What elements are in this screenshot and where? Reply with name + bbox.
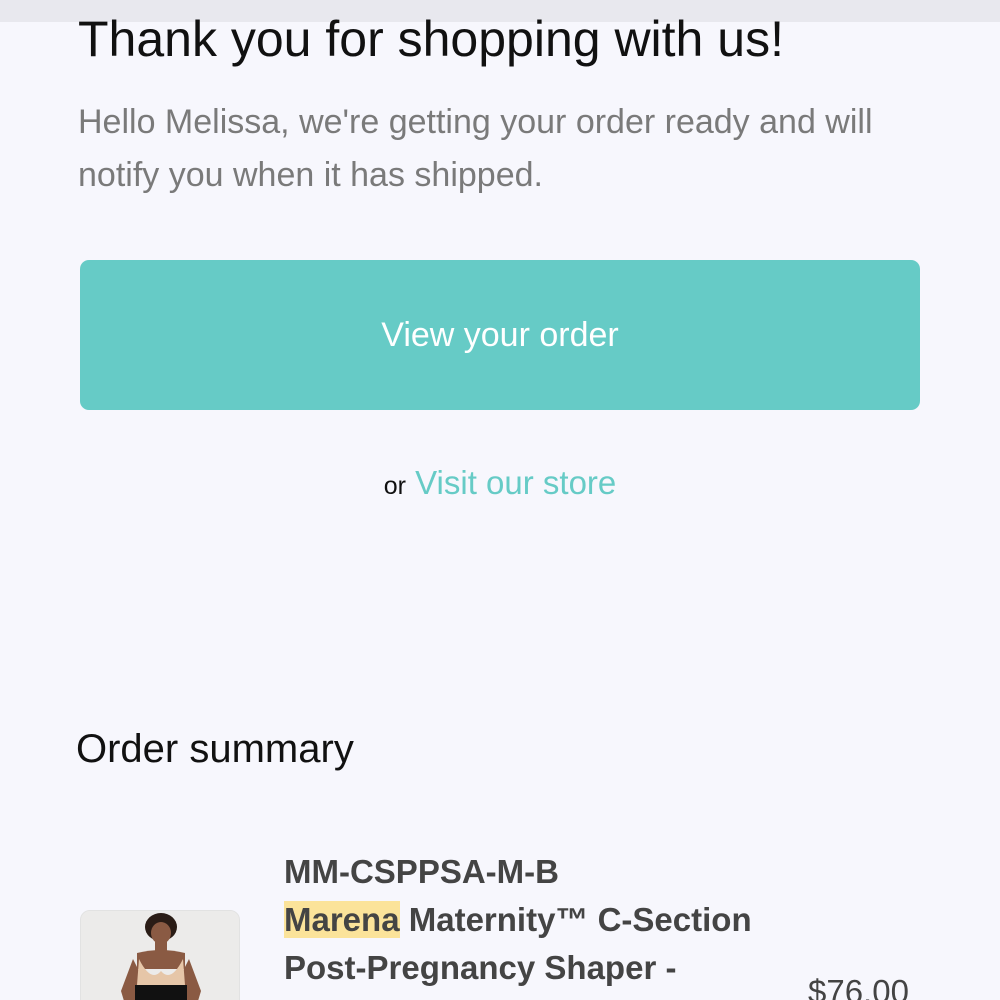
order-summary-title: Order summary <box>76 727 354 771</box>
product-thumbnail <box>80 910 240 1000</box>
item-sku: MM-CSPPSA-M-B <box>284 853 559 890</box>
page-title: Thank you for shopping with us! <box>78 11 784 67</box>
store-link-line: or Visit our store <box>0 458 1000 511</box>
order-item-details: MM-CSPPSA-M-B Marena Maternity™ C-Sectio… <box>284 848 804 992</box>
item-name-rest: Maternity™ C-Section <box>399 901 752 938</box>
item-name-line-1: Marena Maternity™ C-Section <box>284 896 804 944</box>
item-price: $76.00 <box>808 973 909 1000</box>
product-photo-icon <box>81 911 239 1000</box>
brand-highlight: Marena <box>284 901 400 938</box>
order-confirmation-page: Thank you for shopping with us! Hello Me… <box>0 0 1000 1000</box>
item-name-line-2: Post-Pregnancy Shaper - <box>284 949 677 986</box>
greeting-message: Hello Melissa, we're getting your order … <box>78 103 873 194</box>
visit-store-link[interactable]: Visit our store <box>415 464 616 501</box>
or-text: or <box>383 472 406 500</box>
view-order-button[interactable]: View your order <box>80 260 920 410</box>
